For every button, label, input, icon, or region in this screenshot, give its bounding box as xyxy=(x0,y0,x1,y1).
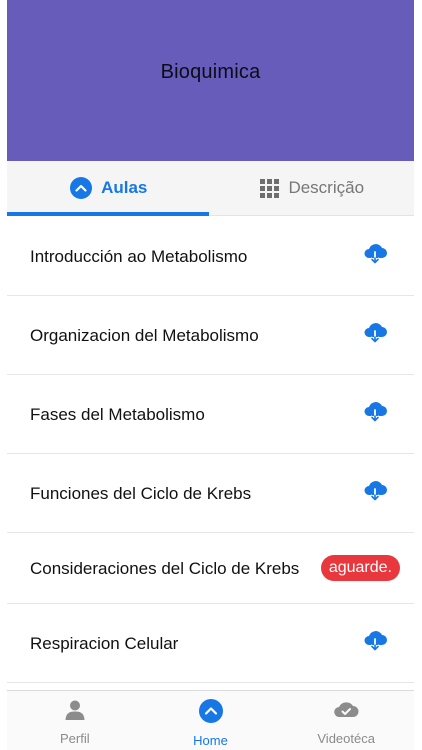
nav-perfil[interactable]: Perfil xyxy=(7,691,143,750)
cloud-download-icon[interactable] xyxy=(362,630,388,657)
cloud-download-icon[interactable] xyxy=(362,243,388,270)
list-item[interactable]: Organizacion del Metabolismo xyxy=(7,296,414,375)
tab-descricao-label: Descrição xyxy=(288,178,365,197)
cloud-download-icon[interactable] xyxy=(362,401,388,428)
list-item[interactable]: Fases del Metabolismo xyxy=(7,375,414,454)
lesson-title: Consideraciones del Ciclo de Krebs xyxy=(30,558,300,578)
lesson-list: Introducción ao Metabolismo Organizacion… xyxy=(7,217,414,683)
list-item[interactable]: Funciones del Ciclo de Krebs xyxy=(7,454,414,533)
tab-aulas-label: Aulas xyxy=(101,178,148,197)
chevron-up-icon xyxy=(70,177,93,199)
list-item[interactable]: Introducción ao Metabolismo xyxy=(7,217,414,296)
cloud-check-icon xyxy=(332,699,360,726)
nav-videoteca[interactable]: Videotéca xyxy=(278,691,414,750)
lesson-title: Organizacion del Metabolismo xyxy=(30,325,259,345)
list-item[interactable]: Respiracion Celular xyxy=(7,604,414,683)
waiting-badge: aguarde. xyxy=(320,555,400,581)
nav-videoteca-label: Videotéca xyxy=(317,731,375,746)
cloud-download-icon[interactable] xyxy=(362,322,388,349)
lesson-title: Funciones del Ciclo de Krebs xyxy=(30,483,252,503)
tab-bar: Aulas Descrição xyxy=(7,161,414,216)
tab-aulas[interactable]: Aulas xyxy=(7,161,211,215)
cloud-download-icon[interactable] xyxy=(362,480,388,507)
nav-home-label: Home xyxy=(193,733,228,748)
bottom-nav: Perfil Home Videotéca xyxy=(7,690,414,750)
lesson-title: Introducción ao Metabolismo xyxy=(30,246,248,266)
person-icon xyxy=(64,699,86,726)
active-tab-indicator xyxy=(7,212,209,216)
home-icon xyxy=(198,699,223,728)
lesson-title: Fases del Metabolismo xyxy=(30,404,205,424)
nav-perfil-label: Perfil xyxy=(60,731,90,746)
lesson-title: Respiracion Celular xyxy=(30,633,179,653)
grid-icon xyxy=(260,178,280,198)
list-item[interactable]: Consideraciones del Ciclo de Krebs aguar… xyxy=(7,533,414,604)
course-header: Bioquimica xyxy=(7,0,414,161)
tab-descricao[interactable]: Descrição xyxy=(211,161,415,215)
course-title: Bioquimica xyxy=(160,61,261,83)
nav-home[interactable]: Home xyxy=(143,691,279,750)
